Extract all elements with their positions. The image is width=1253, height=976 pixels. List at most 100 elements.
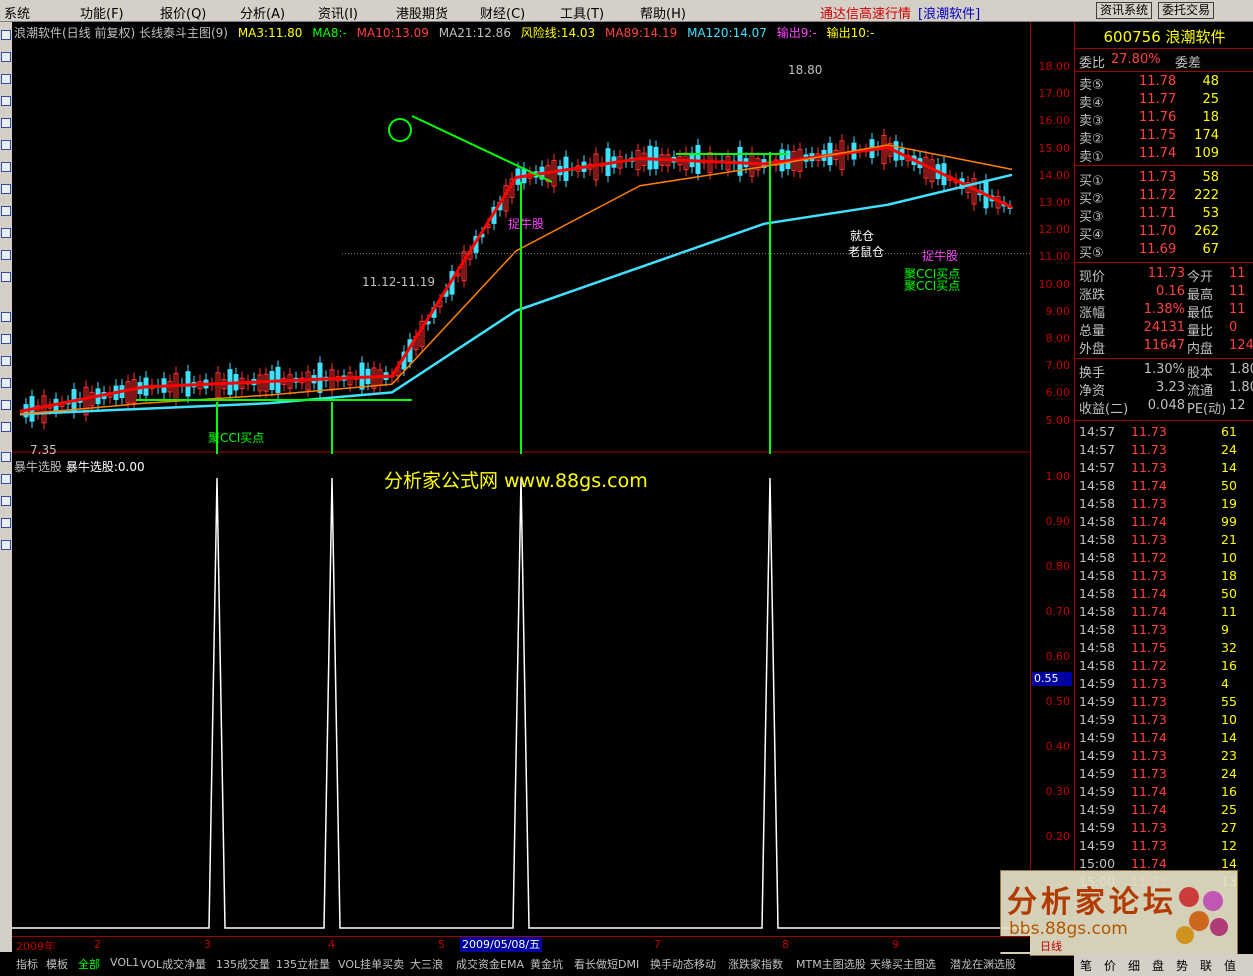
indicator-tab[interactable]: 模板 — [46, 956, 68, 972]
indicator-tab[interactable]: 换手动态移动 — [650, 956, 716, 972]
menu-tools[interactable]: 工具(T) — [560, 3, 604, 22]
list-icon[interactable] — [1, 74, 11, 84]
ask-price: 11.75 — [1139, 128, 1177, 143]
price-tick: 12.00 — [1038, 223, 1071, 237]
news-system-button[interactable]: 资讯系统 — [1096, 2, 1153, 19]
star-icon[interactable] — [1, 162, 11, 172]
tick-time: 14:59 — [1079, 712, 1116, 727]
tick-row: 14:58 11.74 11 — [1079, 604, 1253, 622]
stat-label: 现价 — [1079, 270, 1106, 285]
page-icon[interactable] — [1, 140, 11, 150]
indicator-tab[interactable]: 黄金坑 — [530, 956, 563, 972]
indicator-tab[interactable]: 指标 — [16, 956, 38, 972]
bid-row: 买③ 11.71 53 — [1079, 206, 1253, 225]
tick-volume: 99 — [1221, 514, 1237, 529]
stat-label: 涨幅 — [1079, 306, 1106, 321]
menu-finance[interactable]: 财经(C) — [480, 3, 525, 22]
indicator-tab[interactable]: VOL挂单买卖 — [338, 956, 404, 972]
chart-icon[interactable] — [1, 52, 11, 62]
indicator-tab[interactable]: VOL1 — [110, 956, 139, 969]
news-icon[interactable] — [1, 118, 11, 128]
left-arrow-icon[interactable] — [1, 496, 11, 506]
tick-time: 14:59 — [1079, 730, 1116, 745]
indicator-tab[interactable]: 大三浪 — [410, 956, 443, 972]
grid-icon[interactable] — [1, 30, 11, 40]
indicator-tab[interactable]: 全部 — [78, 956, 100, 972]
tick-volume: 4 — [1221, 676, 1229, 691]
doc-icon[interactable] — [1, 228, 11, 238]
window-icon[interactable] — [1, 356, 11, 366]
menu-info[interactable]: 资讯(I) — [318, 3, 358, 22]
quote-tab[interactable]: 值 — [1224, 957, 1236, 974]
quote-tab[interactable]: 势 — [1176, 957, 1188, 974]
quote-panel: 600756 浪潮软件 委比 27.80% 委差 卖⑤ 11.78 48 卖④ 11.7… — [1074, 22, 1253, 952]
quote-tab[interactable]: 笔 — [1080, 957, 1092, 974]
print-icon[interactable] — [1, 422, 11, 432]
tick-price: 11.73 — [1131, 694, 1167, 709]
separator — [1075, 165, 1253, 166]
tick-price: 11.73 — [1131, 532, 1167, 547]
indicator-tab[interactable]: MTM主图选股 — [796, 956, 866, 972]
tick-row: 14:59 11.73 27 — [1079, 820, 1253, 838]
menu-hk-futures[interactable]: 港股期货 — [396, 3, 448, 22]
ratio-value: 27.80% — [1111, 52, 1161, 67]
bar-icon[interactable] — [1, 250, 11, 260]
tick-time: 14:59 — [1079, 694, 1116, 709]
output9-label: 输出9:- — [776, 26, 817, 40]
table-icon[interactable] — [1, 312, 11, 322]
indicator-tab[interactable]: 成交资金EMA — [456, 956, 524, 972]
stat-value: 1.30% — [1143, 362, 1185, 377]
stock-title[interactable]: 600756 浪潮软件 — [1075, 26, 1253, 47]
ma10-label: MA10:13.09 — [356, 26, 429, 40]
trade-button[interactable]: 委托交易 — [1158, 2, 1215, 19]
menu-function[interactable]: 功能(F) — [80, 3, 124, 22]
up-green-icon[interactable] — [1, 518, 11, 528]
indicator-tab[interactable]: 天缘买主图选 — [870, 956, 936, 972]
indicator-chart[interactable] — [12, 454, 1030, 932]
menu-analysis[interactable]: 分析(A) — [240, 3, 285, 22]
ask-row: 卖② 11.75 174 — [1079, 128, 1253, 147]
quote-tab[interactable]: 盘 — [1152, 957, 1164, 974]
date-label: 5 — [438, 938, 445, 951]
date-axis: 2009年 2 3 4 5 7 8 9 2009/05/08/五 — [12, 936, 1030, 953]
stat-value: 0.048 — [1147, 398, 1185, 413]
tick-time: 14:58 — [1079, 550, 1116, 565]
main-chart-area[interactable]: 浪潮软件(日线 前复权) 长线泰斗主图(9) MA3:11.80 MA8:- M… — [12, 22, 1030, 952]
info-icon[interactable] — [1, 272, 11, 282]
tick-row: 14:59 11.74 25 — [1079, 802, 1253, 820]
indicator-tab[interactable]: 看长做短DMI — [574, 956, 639, 972]
indicator-tab[interactable]: 潜龙在渊选股 — [950, 956, 1016, 972]
stat-row: 换手 1.30%股本 1.80 — [1079, 362, 1253, 381]
zoom-icon[interactable] — [1, 400, 11, 410]
calc-icon[interactable] — [1, 184, 11, 194]
tick-price: 11.74 — [1131, 856, 1167, 871]
ma8-label: MA8:- — [312, 26, 347, 40]
period-label[interactable]: 日线 — [1040, 938, 1062, 954]
settings-icon[interactable] — [1, 206, 11, 216]
indicator-tab[interactable]: 135立桩量 — [276, 956, 330, 972]
indicator-tab[interactable]: 涨跌家指数 — [728, 956, 783, 972]
tick-row: 14:59 11.74 16 — [1079, 784, 1253, 802]
indicator-tab[interactable]: VOL成交净量 — [140, 956, 206, 972]
tick-volume: 21 — [1221, 532, 1237, 547]
right-arrow-icon[interactable] — [1, 474, 11, 484]
quote-tab[interactable]: 细 — [1128, 957, 1140, 974]
report-icon[interactable] — [1, 96, 11, 106]
price-tick: 9.00 — [1045, 304, 1071, 318]
tick-volume: 18 — [1221, 568, 1237, 583]
price-chart[interactable]: 18.8011.12-11.197.35捉牛股捉牛股就仓老鼠仓聚CCI买点聚CC… — [12, 42, 1030, 454]
up-arrow-icon[interactable] — [1, 452, 11, 462]
tick-row: 14:59 11.73 12 — [1079, 838, 1253, 856]
text-icon[interactable] — [1, 334, 11, 344]
tile-icon[interactable] — [1, 378, 11, 388]
ask-label: 卖② — [1079, 132, 1104, 147]
menu-system[interactable]: 系统 — [4, 3, 30, 22]
indicator-tab[interactable]: 135成交量 — [216, 956, 270, 972]
down-green-icon[interactable] — [1, 540, 11, 550]
price-tick: 17.00 — [1038, 87, 1071, 101]
chart-title: 浪潮软件(日线 前复权) 长线泰斗主图(9) — [14, 26, 228, 40]
quote-tab[interactable]: 联 — [1200, 957, 1212, 974]
menu-help[interactable]: 帮助(H) — [640, 3, 686, 22]
menu-quote[interactable]: 报价(Q) — [160, 3, 206, 22]
quote-tab[interactable]: 价 — [1104, 957, 1116, 974]
